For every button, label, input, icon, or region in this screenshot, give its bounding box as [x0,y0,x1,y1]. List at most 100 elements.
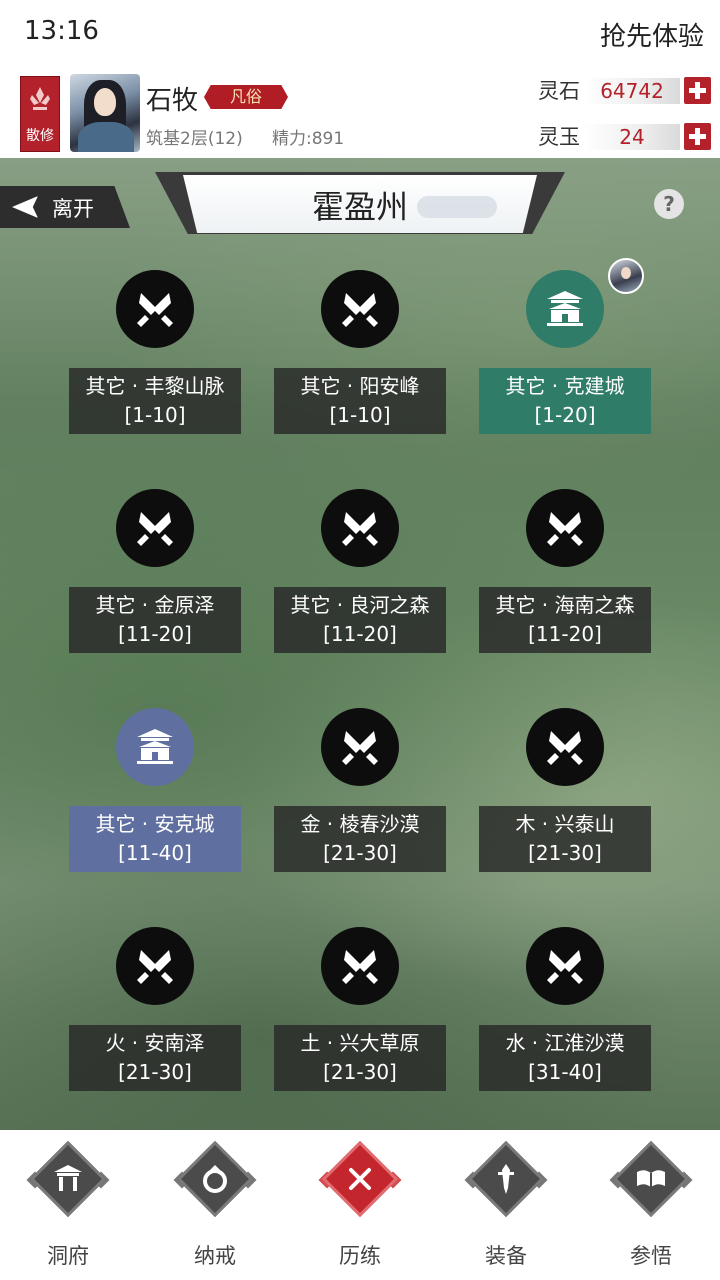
region-title-plate: 霍盈州 [155,172,565,234]
location-name: 其它 · 海南之森 [495,593,635,617]
spirit-stone-value: 64742 [584,78,680,104]
location-name: 其它 · 良河之森 [290,593,430,617]
location-level-range: [31-40] [528,1060,602,1084]
crossed-swords-icon [321,489,399,567]
help-button[interactable]: ? [654,189,684,219]
spirit-jade-currency: 灵玉 24 [538,122,714,152]
region-title: 霍盈州 [311,188,408,226]
crossed-swords-icon [116,927,194,1005]
region-map: 离开 霍盈州 ? 其它 · 丰黎山脉 [1-10] 其它 · 阳安峰 [1-10] 其它… [0,158,720,1130]
cave-dwelling-icon [54,1165,82,1191]
player-name: 石牧 [146,86,199,116]
sect-label: 散修 [26,128,54,144]
crossed-swords-icon [526,708,604,786]
location-plate: 其它 · 阳安峰 [1-10] [274,368,446,434]
location-plate: 其它 · 安克城 [11-40] [69,806,241,872]
nav-training[interactable]: 历练 [305,1140,415,1268]
energy-value: 精力:891 [272,129,345,149]
city-gate-icon [526,270,604,348]
location-level-range: [11-20] [528,622,602,646]
map-location[interactable]: 其它 · 克建城 [1-20] [479,270,651,438]
city-gate-icon [116,708,194,786]
add-spirit-stone-button[interactable] [684,77,711,104]
location-plate: 金 · 棱春沙漠 [21-30] [274,806,446,872]
location-plate: 木 · 兴泰山 [21-30] [479,806,651,872]
location-name: 其它 · 金原泽 [95,593,215,617]
location-plate: 其它 · 丰黎山脉 [1-10] [69,368,241,434]
leave-button[interactable]: 离开 [0,186,130,228]
nav-label: 纳戒 [194,1244,236,1268]
lotus-icon [30,87,50,110]
crossed-swords-icon [116,270,194,348]
location-plate: 土 · 兴大草原 [21-30] [274,1025,446,1091]
early-access-label[interactable]: 抢先体验 [600,16,704,53]
location-name: 其它 · 阳安峰 [300,374,420,398]
location-name: 其它 · 安克城 [95,812,215,836]
location-level-range: [21-30] [323,841,397,865]
location-plate: 其它 · 金原泽 [11-20] [69,587,241,653]
map-location[interactable]: 其它 · 丰黎山脉 [1-10] [69,270,241,438]
location-name: 木 · 兴泰山 [515,812,615,836]
map-location[interactable]: 水 · 江淮沙漠 [31-40] [479,927,651,1095]
location-level-range: [1-10] [329,403,391,427]
nav-label: 装备 [485,1244,527,1268]
location-name: 金 · 棱春沙漠 [300,812,420,836]
map-location[interactable]: 其它 · 阳安峰 [1-10] [274,270,446,438]
location-plate: 火 · 安南泽 [21-30] [69,1025,241,1091]
nav-comprehension[interactable]: 参悟 [596,1140,706,1268]
crossed-swords-icon [116,489,194,567]
cultivation-realm: 筑基2层(12) [146,129,243,149]
location-plate: 其它 · 海南之森 [11-20] [479,587,651,653]
crossed-swords-icon [321,708,399,786]
player-avatar[interactable] [70,74,140,152]
location-level-range: [1-20] [534,403,596,427]
map-location[interactable]: 火 · 安南泽 [21-30] [69,927,241,1095]
location-plate: 其它 · 良河之森 [11-20] [274,587,446,653]
nav-storage-ring[interactable]: 纳戒 [160,1140,270,1268]
crossed-swords-icon [349,1168,371,1190]
status-bar: 13:16 抢先体验 [0,0,720,66]
back-arrow-icon [12,196,38,218]
comprehension-book-icon [637,1170,665,1187]
location-level-range: [21-30] [118,1060,192,1084]
location-level-range: [11-20] [323,622,397,646]
nav-label: 历练 [339,1244,381,1268]
crossed-swords-icon [526,489,604,567]
nav-label: 洞府 [47,1244,89,1268]
equipment-icon [498,1164,514,1194]
location-level-range: [11-20] [118,622,192,646]
crossed-swords-icon [526,927,604,1005]
bottom-navigation: 洞府 纳戒 历练 装备 参悟 [0,1130,720,1280]
nav-equipment[interactable]: 装备 [451,1140,561,1268]
spirit-jade-label: 灵玉 [538,125,580,149]
map-location[interactable]: 土 · 兴大草原 [21-30] [274,927,446,1095]
add-spirit-jade-button[interactable] [684,123,711,150]
location-name: 火 · 安南泽 [105,1031,205,1055]
storage-ring-icon [203,1165,227,1193]
location-level-range: [21-30] [528,841,602,865]
location-name: 土 · 兴大草原 [300,1031,420,1055]
status-time: 13:16 [24,16,99,46]
location-level-range: [1-10] [124,403,186,427]
location-plate: 水 · 江淮沙漠 [31-40] [479,1025,651,1091]
nav-label: 参悟 [630,1244,672,1268]
location-name: 其它 · 丰黎山脉 [85,374,225,398]
map-location[interactable]: 其它 · 良河之森 [11-20] [274,489,446,657]
spirit-jade-value: 24 [584,124,680,150]
map-location[interactable]: 金 · 棱春沙漠 [21-30] [274,708,446,876]
crossed-swords-icon [321,270,399,348]
map-location[interactable]: 其它 · 海南之森 [11-20] [479,489,651,657]
location-plate: 其它 · 克建城 [1-20] [479,368,651,434]
crossed-swords-icon [321,927,399,1005]
map-location[interactable]: 其它 · 金原泽 [11-20] [69,489,241,657]
rank-badge: 凡俗 [204,85,288,109]
map-location[interactable]: 其它 · 安克城 [11-40] [69,708,241,876]
sect-badge[interactable]: 散修 [20,76,60,152]
map-location[interactable]: 木 · 兴泰山 [21-30] [479,708,651,876]
location-name: 其它 · 克建城 [505,374,625,398]
spirit-stone-label: 灵石 [538,79,580,103]
location-name: 水 · 江淮沙漠 [505,1031,625,1055]
spirit-stone-currency: 灵石 64742 [538,76,714,106]
nav-cave-dwelling[interactable]: 洞府 [13,1140,123,1268]
player-header: 散修 石牧 凡俗 筑基2层(12) 精力:891 灵石 64742 灵玉 24 [0,66,720,158]
